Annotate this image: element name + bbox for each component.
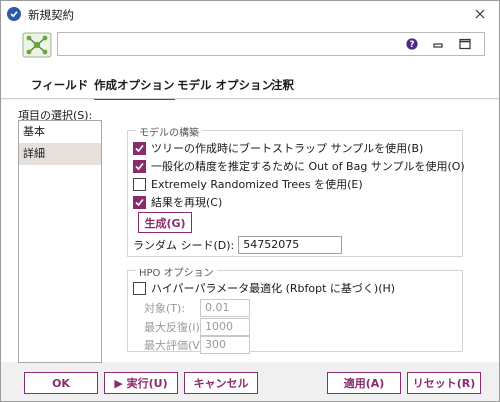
help-icon[interactable]: ?: [404, 36, 420, 52]
footer-bar: OK ▶ 実行(U) キャンセル 適用(A) リセット(R): [1, 363, 499, 401]
model-build-group: モデルの構築 ツリーの作成時にブートストラップ サンプルを使用(B) 一般化の精…: [127, 124, 465, 257]
tab-fields[interactable]: フィールド: [31, 77, 88, 99]
max-iter-row: 最大反復(I): 1000: [144, 318, 250, 336]
target-input[interactable]: 0.01: [200, 299, 250, 317]
dialog-window: 新規契約 ? フィールド 作成オプション モデル オプション 注釈 項目の選択(…: [0, 0, 500, 402]
target-label: 対象(T):: [144, 302, 186, 315]
bootstrap-checkbox[interactable]: [133, 141, 146, 155]
window-title: 新規契約: [28, 8, 74, 22]
hpo-title: HPO オプション: [136, 264, 217, 279]
max-iter-input[interactable]: 1000: [200, 318, 250, 336]
model-build-title: モデルの構築: [136, 124, 202, 139]
title-bar: 新規契約: [1, 1, 499, 27]
cancel-button[interactable]: キャンセル: [184, 372, 258, 394]
list-item-basic[interactable]: 基本: [19, 121, 101, 143]
max-eval-row: 最大評価(V): 300: [144, 336, 250, 354]
random-trees-node-icon: [20, 30, 54, 60]
seed-label: ランダム シード(D):: [133, 239, 235, 252]
tab-bar: フィールド 作成オプション モデル オプション 注釈: [1, 67, 499, 102]
tab-annotations[interactable]: 注釈: [271, 77, 294, 99]
seed-input[interactable]: 54752075: [238, 236, 343, 254]
reset-button[interactable]: リセット(R): [407, 372, 481, 394]
checkmark-icon: [135, 144, 144, 152]
node-header: ?: [1, 27, 499, 67]
close-icon[interactable]: [465, 4, 495, 24]
hpo-group: HPO オプション ハイパーパラメータ最適化 (Rbfopt に基づく)(H) …: [127, 264, 463, 354]
tab-build-options[interactable]: 作成オプション: [94, 77, 175, 102]
ok-button[interactable]: OK: [24, 372, 98, 394]
replicate-checkbox[interactable]: [133, 195, 146, 209]
target-row: 対象(T): 0.01: [144, 299, 250, 317]
bootstrap-label: ツリーの作成時にブートストラップ サンプルを使用(B): [151, 142, 424, 155]
maximize-icon[interactable]: [457, 36, 473, 52]
minimize-icon[interactable]: [430, 36, 446, 52]
max-eval-label: 最大評価(V):: [144, 339, 208, 352]
max-eval-input[interactable]: 300: [200, 336, 250, 354]
hpo-option[interactable]: ハイパーパラメータ最適化 (Rbfopt に基づく)(H): [133, 280, 395, 296]
svg-text:?: ?: [409, 40, 414, 50]
item-select-list[interactable]: 基本 詳細: [18, 120, 102, 363]
replicate-label: 結果を再現(C): [151, 196, 223, 209]
extreme-trees-option[interactable]: Extremely Randomized Trees を使用(E): [133, 176, 363, 192]
hpo-checkbox[interactable]: [133, 281, 146, 295]
seed-row: ランダム シード(D): 54752075: [133, 236, 343, 254]
max-iter-label: 最大反復(I):: [144, 321, 204, 334]
bootstrap-option[interactable]: ツリーの作成時にブートストラップ サンプルを使用(B): [133, 140, 423, 156]
apply-button[interactable]: 適用(A): [327, 372, 401, 394]
oob-checkbox[interactable]: [133, 159, 146, 173]
app-logo-icon: [7, 7, 21, 21]
extreme-trees-checkbox[interactable]: [133, 177, 146, 191]
checkmark-icon: [135, 162, 144, 170]
replicate-option[interactable]: 結果を再現(C): [133, 194, 222, 210]
oob-label: 一般化の精度を推定するために Out of Bag サンプルを使用(O): [151, 160, 465, 173]
hpo-label: ハイパーパラメータ最適化 (Rbfopt に基づく)(H): [151, 282, 396, 295]
run-button[interactable]: ▶ 実行(U): [104, 372, 178, 394]
extreme-trees-label: Extremely Randomized Trees を使用(E): [151, 178, 363, 191]
list-item-advanced[interactable]: 詳細: [19, 143, 101, 165]
tab-model-options[interactable]: モデル オプション: [177, 77, 273, 99]
generate-button[interactable]: 生成(G): [138, 212, 192, 233]
content-panel: 項目の選択(S): 基本 詳細 モデルの構築 ツリーの作成時にブートストラップ …: [1, 100, 499, 363]
oob-option[interactable]: 一般化の精度を推定するために Out of Bag サンプルを使用(O): [133, 158, 465, 174]
checkmark-icon: [135, 198, 144, 206]
node-name-input[interactable]: [57, 32, 485, 56]
